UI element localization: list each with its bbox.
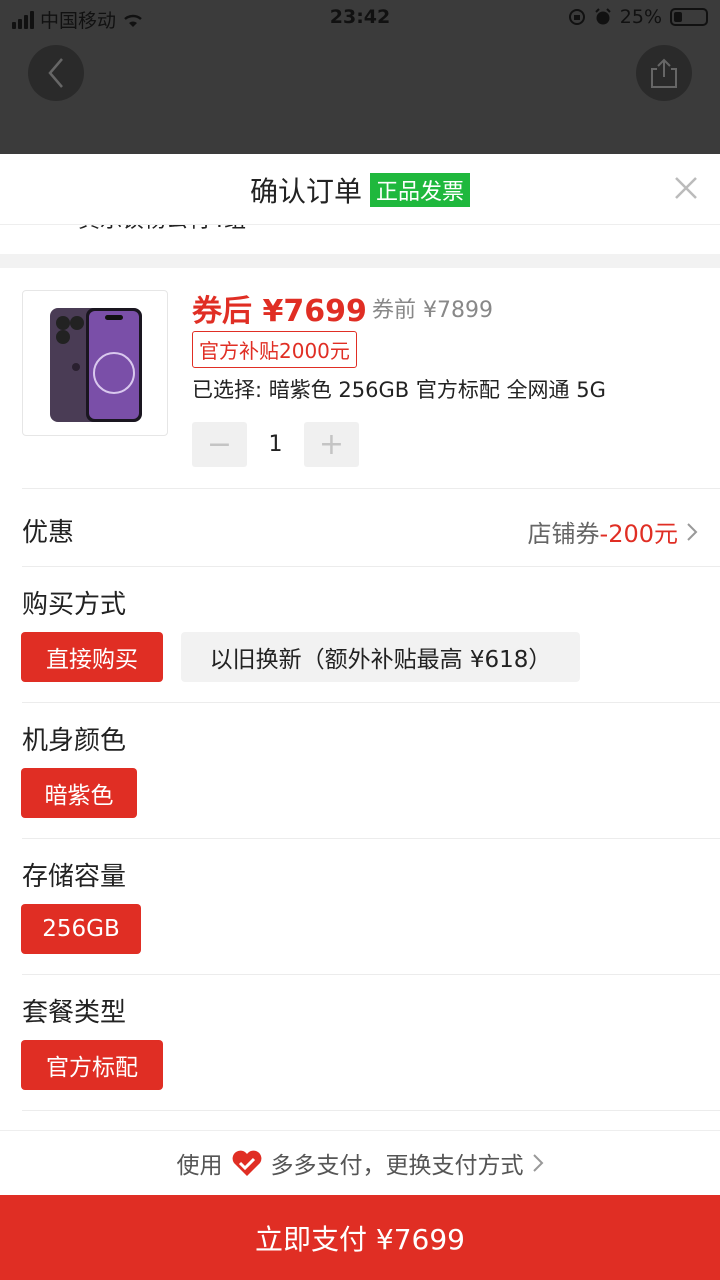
payment-method-text: 多多支付，更换支付方式 (270, 1153, 524, 1179)
chevron-right-icon (687, 522, 698, 541)
quantity-stepper: − 1 + (192, 422, 359, 467)
divider (22, 838, 720, 839)
chevron-right-icon (532, 1154, 543, 1172)
coupon-amount: -200元 (599, 520, 678, 548)
divider (22, 488, 720, 489)
battery-percent: 25% (619, 6, 662, 28)
close-icon[interactable] (670, 172, 702, 204)
heart-icon (232, 1150, 261, 1176)
selected-spec: 已选择: 暗紫色 256GB 官方标配 全网通 5G (192, 378, 606, 402)
payment-method-row[interactable]: 使用 多多支付，更换支付方式 (0, 1130, 720, 1195)
option-package-standard[interactable]: 官方标配 (21, 1040, 163, 1090)
storage-label: 存储容量 (22, 862, 127, 892)
share-icon (651, 58, 677, 88)
price-before-coupon: 券前 ¥7899 (372, 298, 493, 323)
order-sheet: 黄乐镇杨公村4组 确认订单正品发票 券后 ¥7699 券前 ¥7899 官方补贴… (0, 154, 720, 1280)
divider (22, 702, 720, 703)
back-button[interactable] (28, 45, 84, 101)
invoice-badge: 正品发票 (370, 173, 471, 207)
store-coupon-label: 店铺券 (527, 520, 600, 548)
divider (22, 1110, 720, 1111)
purchase-method-label: 购买方式 (22, 590, 127, 620)
rotation-lock-icon (568, 9, 585, 25)
title-text: 确认订单 (249, 175, 362, 208)
battery-icon (670, 8, 708, 26)
phone-icon (50, 308, 142, 422)
discount-label: 优惠 (22, 518, 75, 548)
increase-button[interactable]: + (304, 422, 359, 467)
divider (22, 566, 720, 567)
status-right: 25% (568, 6, 708, 28)
alarm-icon (595, 8, 611, 25)
battery-fill (674, 12, 682, 22)
page-title: 确认订单 正品发票 (0, 170, 720, 210)
quantity-value: 1 (268, 432, 283, 457)
share-button[interactable] (636, 45, 692, 101)
option-direct-buy[interactable]: 直接购买 (21, 632, 163, 682)
pay-now-button[interactable]: 立即支付 ¥7699 (0, 1195, 720, 1280)
price-after-coupon: 券后 ¥7699 (192, 294, 367, 329)
subsidy-tag: 官方补贴2000元 (192, 331, 357, 368)
color-label: 机身颜色 (22, 726, 127, 756)
discount-selector[interactable]: 店铺券-200元 (528, 514, 698, 549)
option-storage-256gb[interactable]: 256GB (21, 904, 141, 954)
section-gap (0, 254, 720, 268)
sheet-header: 确认订单 正品发票 (0, 154, 720, 225)
status-bar: 中国移动 23:42 25% (0, 0, 720, 36)
option-color-purple[interactable]: 暗紫色 (21, 768, 137, 818)
decrease-button[interactable]: − (192, 422, 247, 467)
option-trade-in[interactable]: 以旧换新（额外补贴最高 ¥618） (181, 632, 580, 682)
product-image (22, 290, 168, 436)
chevron-left-icon (48, 58, 63, 88)
divider (22, 974, 720, 975)
package-label: 套餐类型 (22, 998, 127, 1028)
use-label: 使用 (176, 1153, 223, 1179)
